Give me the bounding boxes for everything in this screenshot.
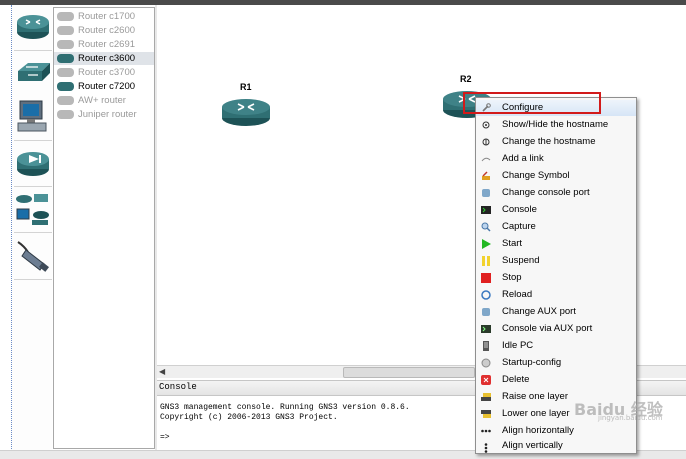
cable-connect-icon[interactable] bbox=[14, 236, 52, 276]
menu-item-add-link[interactable]: Add a link bbox=[476, 151, 636, 167]
all-devices-category-icon[interactable] bbox=[14, 189, 52, 229]
symbol-icon bbox=[482, 171, 490, 180]
reload-icon bbox=[481, 290, 491, 300]
router-icon bbox=[57, 40, 74, 49]
align-vertical-icon bbox=[484, 443, 488, 453]
list-item[interactable]: Router c2691 bbox=[54, 38, 154, 51]
lower-layer-icon bbox=[481, 410, 491, 418]
list-item[interactable]: Router c2600 bbox=[54, 24, 154, 37]
scrollbar-thumb[interactable] bbox=[343, 367, 475, 378]
device-category-toolbar bbox=[11, 5, 52, 451]
router-node-r1[interactable] bbox=[221, 96, 271, 131]
hostname-edit-icon bbox=[482, 138, 490, 146]
list-item[interactable]: Juniper router bbox=[54, 108, 154, 121]
toolbar-separator bbox=[14, 232, 52, 233]
menu-item-stop[interactable]: Stop bbox=[476, 270, 636, 286]
toolbar-separator bbox=[14, 50, 52, 51]
list-item[interactable]: Router c1700 bbox=[54, 10, 154, 23]
list-item[interactable]: Router c7200 bbox=[54, 80, 154, 93]
menu-item-align-horizontally[interactable]: Align horizontally bbox=[476, 423, 636, 439]
aux-port-icon bbox=[482, 308, 490, 316]
console-port-icon bbox=[482, 189, 490, 197]
router-icon bbox=[57, 96, 74, 105]
menu-item-idle-pc[interactable]: Idle PC bbox=[476, 338, 636, 354]
link-icon bbox=[481, 157, 491, 162]
list-item[interactable]: Router c3700 bbox=[54, 66, 154, 79]
list-item[interactable]: Router c3600 bbox=[54, 52, 154, 65]
stop-icon bbox=[481, 273, 491, 283]
menu-item-change-aux-port[interactable]: Change AUX port bbox=[476, 304, 636, 320]
console-line: Copyright (c) 2006-2013 GNS3 Project. bbox=[160, 413, 338, 422]
router-category-icon[interactable] bbox=[14, 7, 52, 47]
magnifier-icon bbox=[481, 222, 491, 232]
menu-item-suspend[interactable]: Suspend bbox=[476, 253, 636, 269]
node-type-list: Router c1700 Router c2600 Router c2691 R… bbox=[53, 7, 155, 449]
router-icon bbox=[57, 68, 74, 77]
menu-item-change-console-port[interactable]: Change console port bbox=[476, 185, 636, 201]
menu-item-startup-config[interactable]: Startup-config bbox=[476, 355, 636, 371]
node-type-label: Router c3600 bbox=[78, 53, 136, 64]
router-icon bbox=[57, 12, 74, 21]
menu-item-capture[interactable]: Capture bbox=[476, 219, 636, 235]
hostname-toggle-icon bbox=[482, 121, 490, 129]
delete-icon bbox=[481, 375, 491, 385]
toolbar-separator bbox=[14, 279, 52, 280]
aux-terminal-icon bbox=[481, 325, 491, 333]
toolbar-separator bbox=[14, 140, 52, 141]
router-icon bbox=[57, 82, 74, 91]
security-device-category-icon[interactable] bbox=[14, 144, 52, 184]
node-type-label: Router c1700 bbox=[78, 11, 136, 22]
raise-layer-icon bbox=[481, 393, 491, 401]
node-label-r2: R2 bbox=[460, 74, 472, 84]
console-prompt: => bbox=[160, 433, 170, 442]
terminal-icon bbox=[481, 206, 491, 214]
console-title-label: Console bbox=[159, 382, 197, 392]
menu-item-change-symbol[interactable]: Change Symbol bbox=[476, 168, 636, 184]
toolbar-separator bbox=[14, 186, 52, 187]
node-type-label: Router c2691 bbox=[78, 39, 136, 50]
configure-highlight-box bbox=[463, 92, 601, 114]
menu-item-reload[interactable]: Reload bbox=[476, 287, 636, 303]
router-icon bbox=[57, 26, 74, 35]
pause-icon bbox=[482, 256, 490, 266]
scroll-left-arrow-icon[interactable]: ◀ bbox=[159, 366, 165, 378]
startup-config-icon bbox=[481, 358, 491, 368]
menu-item-console[interactable]: Console bbox=[476, 202, 636, 218]
node-type-label: Router c3700 bbox=[78, 67, 136, 78]
node-type-label: AW+ router bbox=[78, 95, 126, 106]
menu-item-console-via-aux[interactable]: Console via AUX port bbox=[476, 321, 636, 337]
play-icon bbox=[482, 239, 491, 249]
menu-item-align-vertically[interactable]: Align vertically bbox=[476, 440, 636, 453]
end-device-category-icon[interactable] bbox=[14, 97, 52, 137]
menu-item-start[interactable]: Start bbox=[476, 236, 636, 252]
node-label-r1: R1 bbox=[240, 82, 252, 92]
node-type-label: Router c2600 bbox=[78, 25, 136, 36]
list-item[interactable]: AW+ router bbox=[54, 94, 154, 107]
align-horizontal-icon bbox=[481, 429, 491, 433]
menu-item-delete[interactable]: Delete bbox=[476, 372, 636, 388]
node-type-label: Router c7200 bbox=[78, 81, 136, 92]
menu-item-show-hide-hostname[interactable]: Show/Hide the hostname bbox=[476, 117, 636, 133]
router-icon bbox=[57, 110, 74, 119]
router-icon bbox=[57, 54, 74, 63]
menu-item-change-hostname[interactable]: Change the hostname bbox=[476, 134, 636, 150]
switch-category-icon[interactable] bbox=[14, 53, 52, 93]
console-line: GNS3 management console. Running GNS3 ve… bbox=[160, 403, 410, 412]
baidu-watermark-url: jingyan.baidu.com bbox=[598, 414, 663, 422]
node-type-label: Juniper router bbox=[78, 109, 137, 120]
idle-pc-icon bbox=[483, 341, 489, 351]
